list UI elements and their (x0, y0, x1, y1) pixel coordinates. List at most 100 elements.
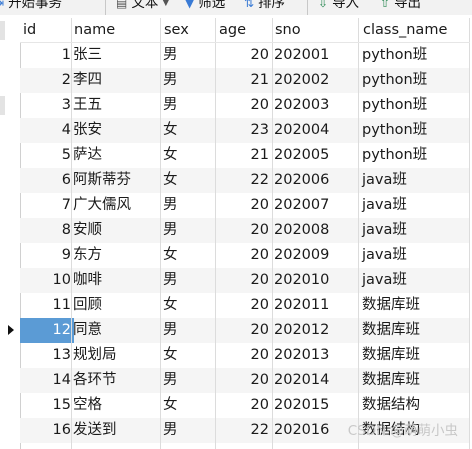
cell-sno[interactable]: 202011 (272, 293, 356, 318)
cell-sno[interactable]: 202005 (272, 143, 356, 168)
cell-id[interactable]: 2 (20, 68, 74, 93)
column-divider[interactable] (71, 18, 72, 449)
cell-class-name[interactable]: 数据库班 (360, 343, 470, 368)
cell-sno[interactable]: 202015 (272, 393, 356, 418)
cell-age[interactable]: 20 (216, 368, 272, 393)
cell-class-name[interactable]: java班 (360, 193, 470, 218)
cell-sno[interactable]: 202013 (272, 343, 356, 368)
cell-name[interactable]: 空格 (71, 393, 159, 418)
table-row[interactable]: 8 安顺 男 20 202008 java班 (20, 218, 470, 243)
cell-name[interactable]: 李四 (71, 68, 159, 93)
table-row[interactable]: 3 王五 男 20 202003 python班 (20, 93, 470, 118)
cell-id[interactable]: 8 (20, 218, 74, 243)
cell-class-name[interactable]: java班 (360, 268, 470, 293)
cell-id[interactable]: 5 (20, 143, 74, 168)
cell-sex[interactable]: 女 (161, 143, 214, 168)
column-divider[interactable] (358, 18, 359, 449)
cell-name[interactable]: 张安 (71, 118, 159, 143)
cell-sex[interactable]: 男 (161, 368, 214, 393)
cell-sno[interactable]: 202014 (272, 368, 356, 393)
cell-age[interactable]: 20 (216, 193, 272, 218)
cell-sex[interactable]: 男 (161, 193, 214, 218)
table-row[interactable]: 1 张三 男 20 202001 python班 (20, 43, 470, 68)
cell-age[interactable]: 20 (216, 93, 272, 118)
cell-sex[interactable]: 女 (161, 168, 214, 193)
cell-class-name[interactable]: python班 (360, 43, 470, 68)
cell-class-name[interactable]: python班 (360, 143, 470, 168)
table-row[interactable]: 9 东方 女 20 202009 java班 (20, 243, 470, 268)
cell-class-name[interactable]: java班 (360, 218, 470, 243)
cell-sno[interactable]: 202012 (272, 318, 356, 343)
cell-sex[interactable]: 男 (161, 218, 214, 243)
cell-id[interactable]: 1 (20, 43, 74, 68)
column-header-class-name[interactable]: class_name (360, 18, 470, 43)
table-row[interactable]: 14 各环节 男 20 202014 数据库班 (20, 368, 470, 393)
cell-sno[interactable]: 202010 (272, 268, 356, 293)
cell-id[interactable]: 16 (20, 418, 74, 443)
table-row[interactable]: 5 萨达 女 21 202005 python班 (20, 143, 470, 168)
column-header-name[interactable]: name (71, 18, 159, 43)
cell-age[interactable]: 20 (216, 243, 272, 268)
cell-id[interactable]: 3 (20, 93, 74, 118)
column-header-age[interactable]: age (216, 18, 272, 43)
cell-sex[interactable]: 男 (161, 418, 214, 443)
begin-transaction-button[interactable]: ⇥ 开始事务 (0, 0, 62, 13)
cell-class-name[interactable]: python班 (360, 68, 470, 93)
cell-sex[interactable]: 男 (161, 268, 214, 293)
cell-age[interactable]: 20 (216, 393, 272, 418)
cell-age[interactable]: 20 (216, 343, 272, 368)
column-header-sno[interactable]: sno (272, 18, 356, 43)
table-row[interactable]: 4 张安 女 23 202004 python班 (20, 118, 470, 143)
column-header-id[interactable]: id (20, 18, 74, 43)
cell-age[interactable]: 20 (216, 43, 272, 68)
cell-name[interactable]: 阿斯蒂芬 (71, 168, 159, 193)
cell-class-name[interactable]: 数据库班 (360, 318, 470, 343)
cell-id[interactable]: 13 (20, 343, 74, 368)
cell-name[interactable]: 东方 (71, 243, 159, 268)
cell-name[interactable]: 广大儒风 (71, 193, 159, 218)
cell-sno[interactable]: 202009 (272, 243, 356, 268)
cell-sex[interactable]: 女 (161, 393, 214, 418)
column-divider[interactable] (160, 18, 161, 449)
cell-name[interactable]: 规划局 (71, 343, 159, 368)
table-row[interactable]: 6 阿斯蒂芬 女 22 202006 java班 (20, 168, 470, 193)
cell-age[interactable]: 20 (216, 268, 272, 293)
table-row-selected[interactable]: 12 同意 男 20 202012 数据库班 (20, 318, 470, 343)
cell-age[interactable]: 22 (216, 168, 272, 193)
table-row[interactable]: 10 咖啡 男 20 202010 java班 (20, 268, 470, 293)
cell-class-name[interactable]: python班 (360, 93, 470, 118)
cell-sno[interactable]: 202016 (272, 418, 356, 443)
cell-id[interactable]: 15 (20, 393, 74, 418)
cell-age[interactable]: 21 (216, 68, 272, 93)
table-row[interactable]: 13 规划局 女 20 202013 数据库班 (20, 343, 470, 368)
column-header-sex[interactable]: sex (161, 18, 214, 43)
cell-id[interactable]: 4 (20, 118, 74, 143)
column-divider[interactable] (272, 18, 273, 449)
export-button[interactable]: ⇧ 导出 (380, 0, 421, 13)
cell-sex[interactable]: 男 (161, 43, 214, 68)
cell-id[interactable]: 14 (20, 368, 74, 393)
table-row[interactable]: 15 空格 女 20 202015 数据结构 (20, 393, 470, 418)
cell-id[interactable]: 9 (20, 243, 74, 268)
cell-id[interactable]: 7 (20, 193, 74, 218)
cell-class-name[interactable]: java班 (360, 243, 470, 268)
cell-name[interactable]: 各环节 (71, 368, 159, 393)
row-selector-gutter[interactable] (0, 18, 21, 449)
cell-sex[interactable]: 男 (161, 318, 214, 343)
cell-sno[interactable]: 202004 (272, 118, 356, 143)
cell-sex[interactable]: 女 (161, 343, 214, 368)
cell-sno[interactable]: 202008 (272, 218, 356, 243)
cell-name[interactable]: 发送到 (71, 418, 159, 443)
sort-button[interactable]: ⇅ 排序 (244, 0, 285, 13)
cell-name[interactable]: 同意 (71, 318, 159, 343)
filter-button[interactable]: ▼ 筛选 (185, 0, 225, 13)
cell-sex[interactable]: 女 (161, 118, 214, 143)
cell-name[interactable]: 王五 (71, 93, 159, 118)
cell-sno[interactable]: 202001 (272, 43, 356, 68)
cell-id[interactable]: 11 (20, 293, 74, 318)
cell-class-name[interactable]: 数据库班 (360, 293, 470, 318)
cell-sex[interactable]: 男 (161, 68, 214, 93)
cell-age[interactable]: 20 (216, 293, 272, 318)
column-divider[interactable] (469, 18, 470, 449)
column-divider[interactable] (215, 18, 216, 449)
